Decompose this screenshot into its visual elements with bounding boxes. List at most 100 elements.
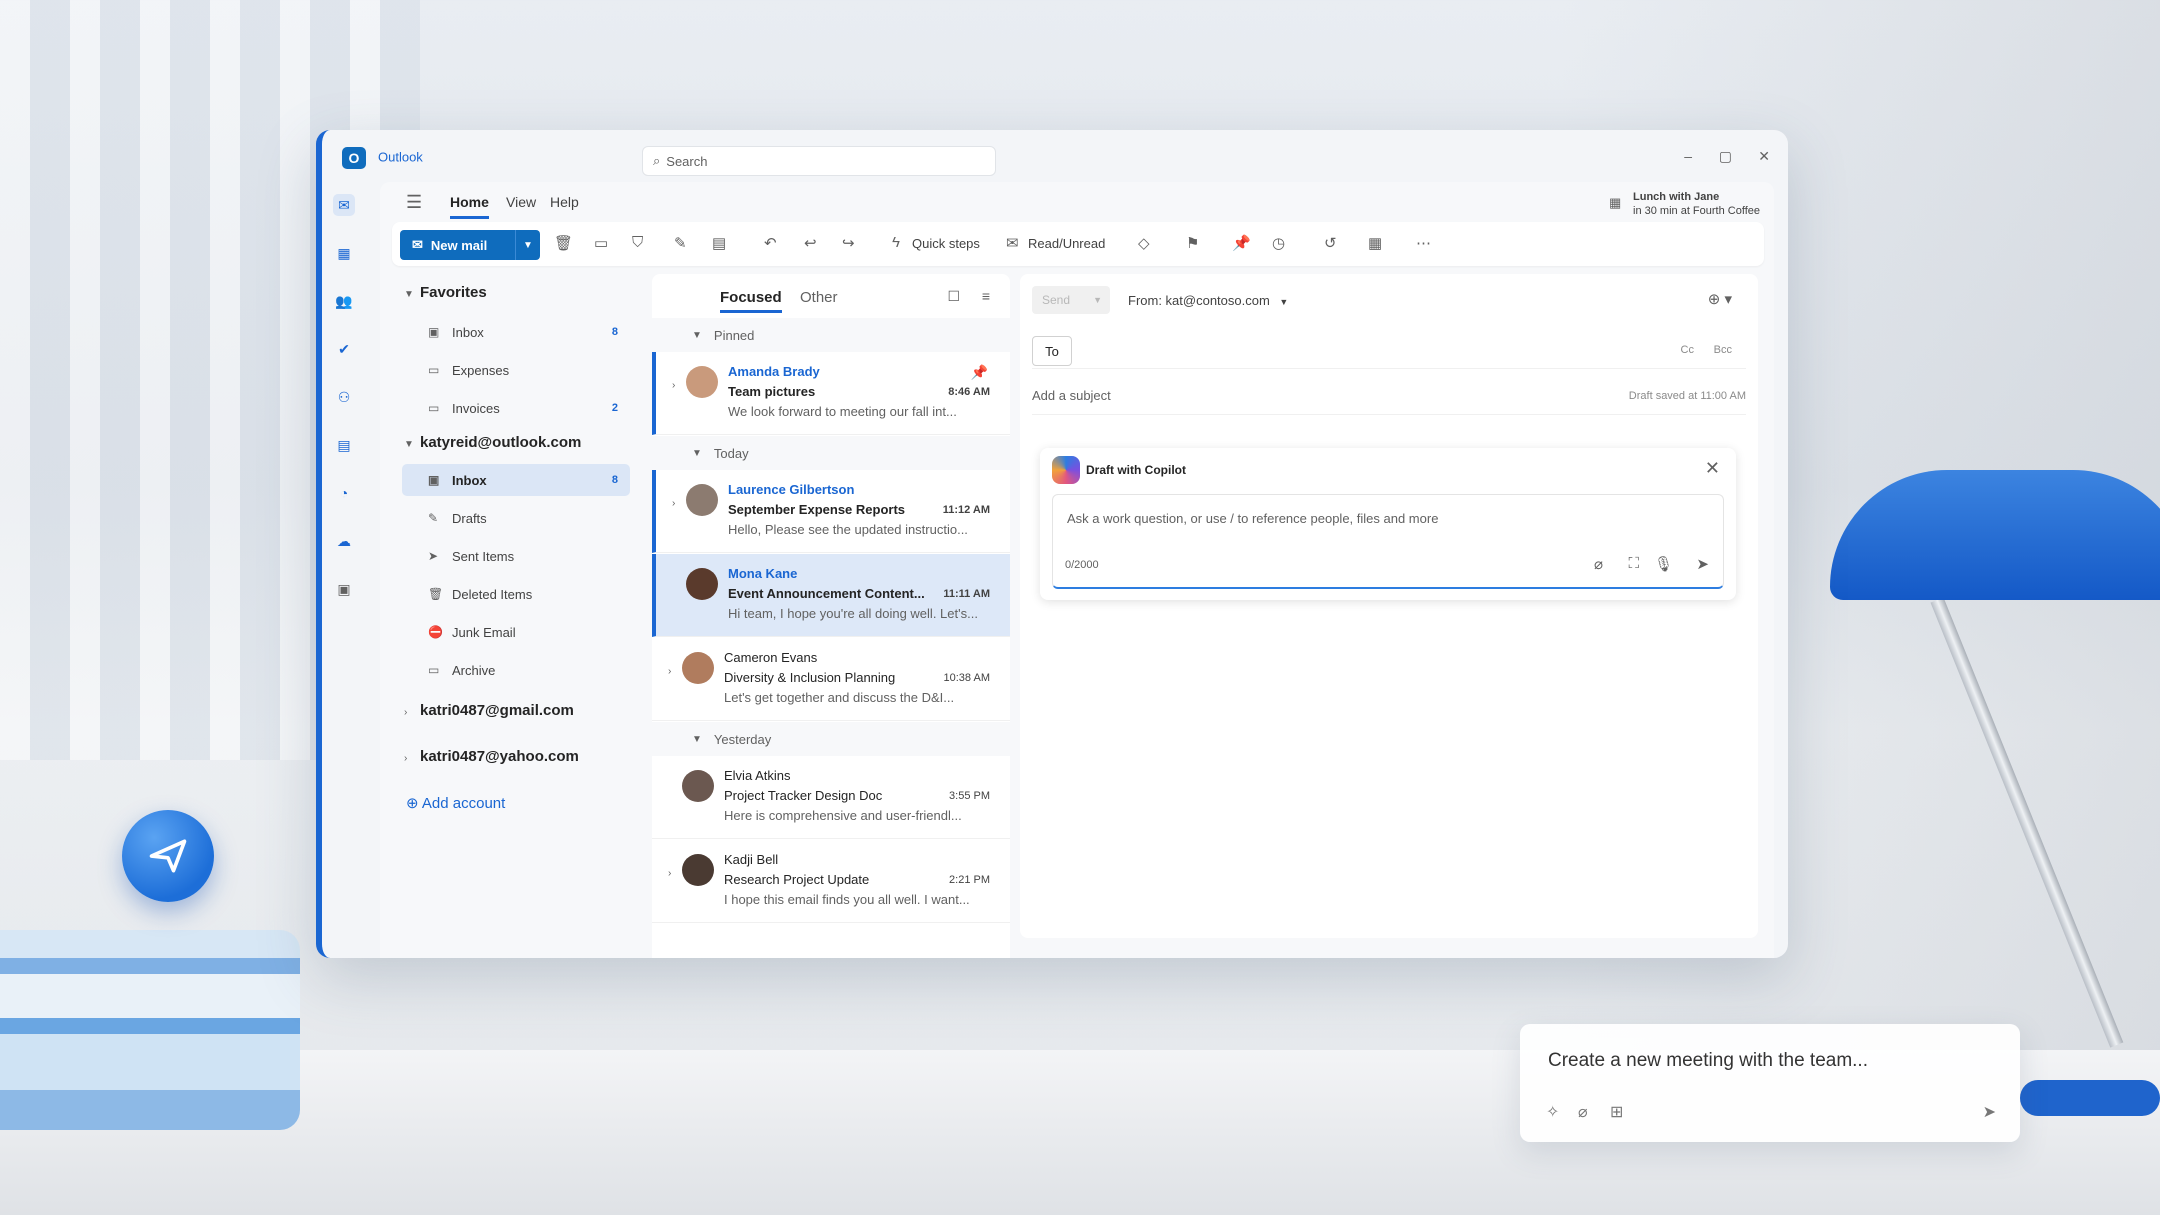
quick-steps-icon: ϟ [892,234,900,251]
snooze-icon[interactable]: ◷ [1272,234,1285,252]
quick-steps-button[interactable]: Quick steps [912,236,980,251]
more-options-icon[interactable]: ⋯ [1416,234,1431,252]
send-icon[interactable]: ➤ [1983,1102,1996,1122]
close-window-button[interactable]: ✕ [1758,148,1770,165]
sweep-icon[interactable]: ✎ [674,234,687,252]
org-icon[interactable]: ⚇ [333,386,355,408]
tab-view[interactable]: View [506,194,536,210]
favorite-invoices[interactable]: ▭ Invoices 2 [402,392,630,424]
read-unread-button[interactable]: Read/Unread [1028,236,1105,251]
maximize-button[interactable]: ▢ [1719,148,1732,165]
tab-other[interactable]: Other [800,289,838,306]
folder-deleted[interactable]: 🗑 Deleted Items [402,578,630,610]
tab-help[interactable]: Help [550,194,579,210]
undo-icon[interactable]: ↶ [764,234,777,252]
reply-icon[interactable]: ↩ [804,234,817,252]
layout-icon[interactable]: ▦ [1368,234,1382,252]
character-counter: 0/2000 [1065,559,1099,571]
section-pinned[interactable]: ▼ Pinned [652,318,1010,352]
section-yesterday[interactable]: ▼ Yesterday [652,722,1010,756]
from-selector[interactable]: From: kat@contoso.com ▼ [1128,293,1288,308]
filter-icon[interactable]: ≡ [982,288,990,304]
bcc-button[interactable]: Bcc [1714,344,1732,356]
pin-icon[interactable]: 📌 [1232,234,1251,252]
screenshot-icon[interactable]: ⛶ [1628,555,1639,572]
mail-icon[interactable]: ✉ [333,194,355,216]
add-account-link[interactable]: ⊕ Add account [406,794,505,812]
archive-icon[interactable]: ▭ [594,234,608,252]
select-icon[interactable]: ☐ [947,288,960,305]
section-today[interactable]: ▼ Today [652,436,1010,470]
search-input[interactable]: ⌕ Search [642,146,996,176]
copilot-title: Draft with Copilot [1086,463,1186,477]
hamburger-menu-icon[interactable]: ☰ [406,192,422,213]
folder-pane: ▼ Favorites ▣ Inbox 8 ▭ Expenses ▭ Invoices 2 … [392,274,642,958]
todo-icon[interactable]: ✔ [333,338,355,360]
folder-label: Inbox [452,324,484,340]
minimize-button[interactable]: – [1684,148,1692,164]
pin-icon[interactable]: 📌 [971,364,988,381]
avatar [686,484,718,516]
flag-icon[interactable]: ⚑ [1186,234,1199,252]
message-item[interactable]: › Kadji Bell Research Project Update 2:2… [652,840,1010,923]
sparkle-icon[interactable]: ✧ [1546,1102,1559,1122]
favorites-group[interactable]: ▼ Favorites [404,284,487,301]
cc-button[interactable]: Cc [1681,344,1694,356]
chevron-right-icon[interactable]: › [668,868,671,879]
favorite-expenses[interactable]: ▭ Expenses [402,354,630,386]
send-icon[interactable]: ➤ [1696,555,1709,573]
message-item[interactable]: › Amanda Brady Team pictures 📌 8:46 AM W… [652,352,1010,435]
message-item-selected[interactable]: Mona Kane Event Announcement Content... … [652,554,1010,637]
attach-icon[interactable]: ⌀ [1578,1102,1588,1122]
tab-focused[interactable]: Focused [720,289,782,313]
folder-drafts[interactable]: ✎ Drafts [402,502,630,534]
account-outlook[interactable]: ▼ katyreid@outlook.com [404,434,581,451]
chevron-down-icon: ▼ [1279,297,1289,307]
report-icon[interactable]: ⛉ [632,234,643,251]
people-icon[interactable]: 👥 [333,290,355,312]
delete-icon[interactable]: 🗑 [554,234,573,252]
new-mail-button[interactable]: ✉ New mail ▼ [400,230,540,260]
close-icon[interactable]: ✕ [1705,458,1720,479]
message-item[interactable]: › Cameron Evans Diversity & Inclusion Pl… [652,638,1010,721]
favorite-inbox[interactable]: ▣ Inbox 8 [402,316,630,348]
chevron-right-icon[interactable]: › [672,498,675,509]
tag-icon[interactable]: ◇ [1138,234,1150,252]
folder-inbox[interactable]: ▣ Inbox 8 [402,464,630,496]
account-gmail[interactable]: › katri0487@gmail.com [404,702,574,719]
move-to-icon[interactable]: ▤ [712,234,726,252]
meeting-reminder[interactable]: ▦ Lunch with Jane in 30 min at Fourth Co… [1609,190,1760,218]
message-item[interactable]: › Laurence Gilbertson September Expense … [652,470,1010,553]
add-person-icon: ⊕ [406,795,422,812]
forward-icon[interactable]: ↪ [842,234,855,252]
apps-icon[interactable]: ▣ [333,578,355,600]
subject-field[interactable]: Add a subject Draft saved at 11:00 AM [1032,378,1746,415]
notes-icon[interactable]: ▤ [333,434,355,456]
unread-count: 8 [611,326,618,338]
chevron-right-icon[interactable]: › [668,666,671,677]
to-button[interactable]: To [1032,336,1072,366]
send-button[interactable]: Send ▼ [1032,286,1110,314]
folder-archive[interactable]: ▭ Archive [402,654,630,686]
new-mail-dropdown-icon[interactable]: ▼ [515,230,540,260]
account-yahoo[interactable]: › katri0487@yahoo.com [404,748,579,765]
tab-home[interactable]: Home [450,194,489,219]
onedrive-icon[interactable]: ☁ [333,530,355,552]
microphone-icon[interactable]: 🎙 [1654,555,1673,573]
apps-icon[interactable]: ⊞ [1610,1102,1623,1122]
undo-action-icon[interactable]: ↺ [1324,234,1337,252]
search-icon: ⌕ [653,153,661,168]
zoom-icon[interactable]: ⊕ ▾ [1708,290,1732,308]
copilot-placeholder: Ask a work question, or use / to referen… [1067,511,1439,526]
chevron-right-icon[interactable]: › [672,380,675,391]
message-item[interactable]: Elvia Atkins Project Tracker Design Doc … [652,756,1010,839]
chat-icon[interactable]: ◔ [333,482,355,504]
copilot-panel: Draft with Copilot ✕ Ask a work question… [1040,448,1736,600]
folder-junk[interactable]: ⛔ Junk Email [402,616,630,648]
folder-sent[interactable]: ➤ Sent Items [402,540,630,572]
copilot-prompt-input[interactable]: Ask a work question, or use / to referen… [1052,494,1724,589]
floating-copilot-prompt[interactable]: Create a new meeting with the team... ✧ … [1520,1024,2020,1142]
calendar-icon[interactable]: ▦ [333,242,355,264]
attach-icon[interactable]: ⌀ [1594,555,1603,573]
outlook-logo: O [342,147,366,169]
